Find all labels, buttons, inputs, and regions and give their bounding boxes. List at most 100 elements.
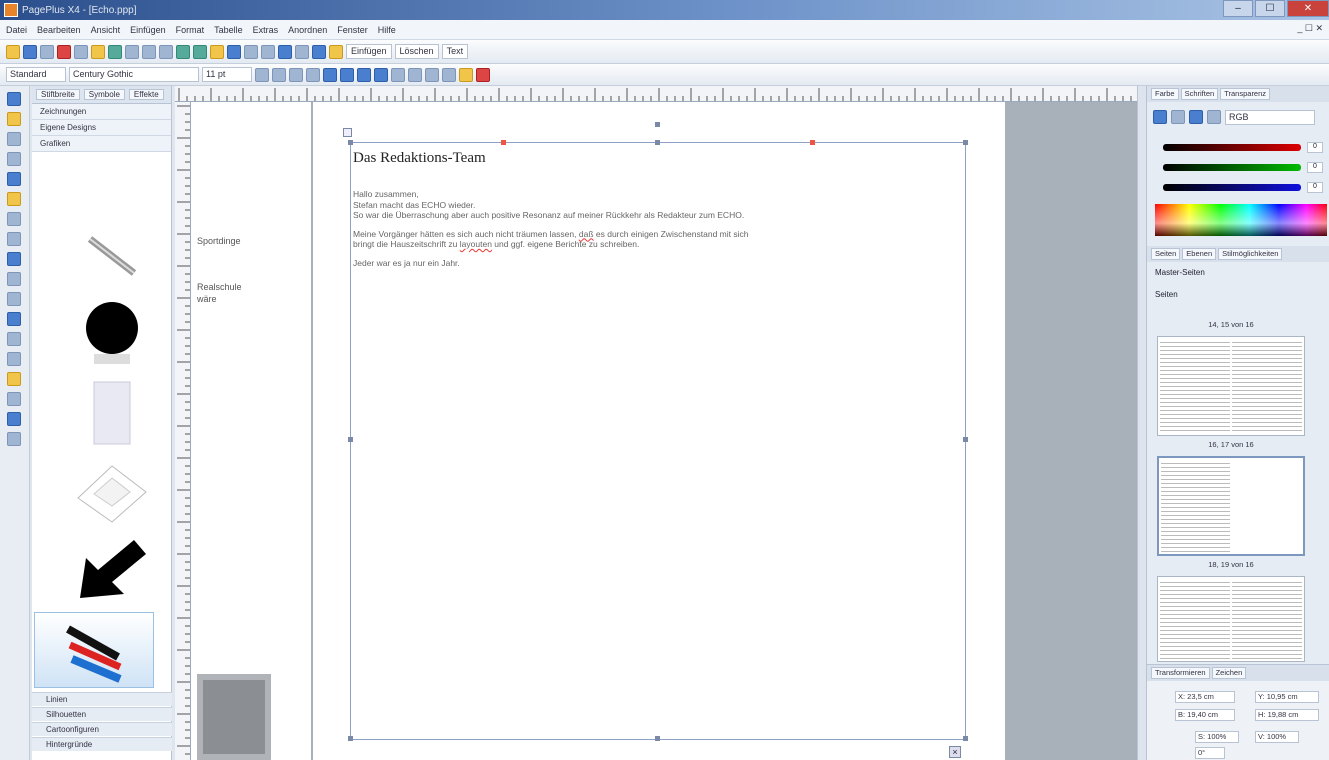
open-icon[interactable] <box>23 44 37 59</box>
pointer-tool-icon[interactable] <box>7 92 21 106</box>
text-button[interactable]: Text <box>441 44 469 59</box>
rotate-tool-icon[interactable] <box>7 112 21 126</box>
close-button[interactable]: ✕ <box>1287 0 1329 17</box>
menu-help[interactable]: Hilfe <box>378 25 396 35</box>
tab-fonts[interactable]: Schriften <box>1180 88 1219 100</box>
gallery-tab-2[interactable]: Symbole <box>83 89 125 100</box>
publish-icon[interactable] <box>57 44 71 59</box>
green-value[interactable]: 0 <box>1307 162 1323 173</box>
menu-edit[interactable]: Bearbeiten <box>37 25 81 35</box>
gallery-item-paper[interactable] <box>68 378 156 448</box>
x-position-field[interactable]: X: 23,5 cm <box>1175 691 1235 703</box>
indent-icon[interactable] <box>425 67 439 82</box>
cut-icon[interactable] <box>91 44 105 59</box>
line-color-icon[interactable] <box>1171 110 1185 124</box>
zoom-icon[interactable] <box>295 44 309 59</box>
color-picker-icon[interactable] <box>7 432 21 446</box>
layout-icon-1[interactable] <box>176 44 190 59</box>
blue-value[interactable]: 0 <box>1307 182 1323 193</box>
tab-pages[interactable]: Seiten <box>1151 248 1181 260</box>
gallery-category-button[interactable]: Zeichnungen <box>32 104 171 120</box>
print-icon[interactable] <box>74 44 88 59</box>
frame-handle-tl[interactable] <box>348 140 353 145</box>
view-icon[interactable] <box>278 44 292 59</box>
gallery-item-arrow[interactable] <box>68 536 156 606</box>
save-icon[interactable] <box>40 44 54 59</box>
frame-handle-tr[interactable] <box>963 140 968 145</box>
horizontal-ruler[interactable] <box>175 86 1137 102</box>
pencil-tool-icon[interactable] <box>7 192 21 206</box>
layout-icon-3[interactable] <box>210 44 224 59</box>
left-page-image[interactable] <box>197 674 271 760</box>
blue-slider[interactable] <box>1163 184 1301 191</box>
menu-window[interactable]: Fenster <box>337 25 368 35</box>
menu-insert[interactable]: Einfügen <box>130 25 166 35</box>
redo-icon[interactable] <box>159 44 173 59</box>
transparency-tool-icon[interactable] <box>7 332 21 346</box>
tab-styles[interactable]: Stilmöglichkeiten <box>1218 248 1283 260</box>
article-body[interactable]: Hallo zusammen, Stefan macht das ECHO wi… <box>353 189 953 276</box>
frame-marker-1[interactable] <box>501 140 506 145</box>
style-select[interactable]: Standard <box>6 67 66 82</box>
frame-overflow-icon[interactable]: × <box>949 746 961 758</box>
italic-icon[interactable] <box>272 67 286 82</box>
bold-icon[interactable] <box>255 67 269 82</box>
menu-file[interactable]: Datei <box>6 25 27 35</box>
gallery-item-envelope[interactable] <box>68 458 156 528</box>
justify-icon[interactable] <box>374 67 388 82</box>
minimize-button[interactable]: – <box>1223 0 1253 17</box>
width-field[interactable]: B: 19,40 cm <box>1175 709 1235 721</box>
gallery-category-3[interactable]: Cartoonfiguren <box>32 722 172 736</box>
undo-icon[interactable] <box>142 44 156 59</box>
fill-color-icon[interactable] <box>1153 110 1167 124</box>
green-slider[interactable] <box>1163 164 1301 171</box>
gallery-subsection[interactable]: Grafiken <box>32 136 171 152</box>
menu-tools[interactable]: Extras <box>253 25 279 35</box>
insert-button[interactable]: Einfügen <box>346 44 392 59</box>
zoom-tool-icon[interactable] <box>7 392 21 406</box>
paste-icon[interactable] <box>125 44 139 59</box>
frame-tool-icon[interactable] <box>7 272 21 286</box>
app-icon[interactable] <box>4 3 18 17</box>
gallery-category-2[interactable]: Silhouetten <box>32 707 172 721</box>
pen-tool-icon[interactable] <box>7 172 21 186</box>
frame-marker-2[interactable] <box>810 140 815 145</box>
shape-tool-icon[interactable] <box>7 232 21 246</box>
hyperlink-tool-icon[interactable] <box>7 352 21 366</box>
crop-tool-icon[interactable] <box>7 132 21 146</box>
panel-collapse-bar[interactable] <box>1137 86 1146 760</box>
gallery-section-header[interactable]: Eigene Designs <box>32 120 171 136</box>
frame-handle-bc[interactable] <box>655 736 660 741</box>
layout-icon-4[interactable] <box>227 44 241 59</box>
page-thumbnail-1[interactable] <box>1157 336 1305 436</box>
size-select[interactable]: 11 pt <box>202 67 252 82</box>
frame-handle-br[interactable] <box>963 736 968 741</box>
red-value[interactable]: 0 <box>1307 142 1323 153</box>
red-slider[interactable] <box>1163 144 1301 151</box>
gallery-tab-1[interactable]: Stiftbreite <box>36 89 80 100</box>
rotation-field[interactable]: 0° <box>1195 747 1225 759</box>
numbering-icon[interactable] <box>408 67 422 82</box>
gallery-item-pencil[interactable] <box>68 226 156 286</box>
vertical-ruler[interactable] <box>175 102 191 760</box>
layout-icon-2[interactable] <box>193 44 207 59</box>
grid-icon[interactable] <box>312 44 326 59</box>
tab-character[interactable]: Zeichen <box>1211 667 1247 679</box>
text-tool-icon[interactable] <box>7 152 21 166</box>
picture-tool-icon[interactable] <box>7 292 21 306</box>
text-color-icon[interactable] <box>306 67 320 82</box>
highlight-icon[interactable] <box>459 67 473 82</box>
page-thumbnail-3[interactable] <box>1157 576 1305 662</box>
text-color-swatch-icon[interactable] <box>1189 110 1203 124</box>
distribute-icon[interactable] <box>261 44 275 59</box>
tab-layers[interactable]: Ebenen <box>1182 248 1217 260</box>
align-right-icon[interactable] <box>357 67 371 82</box>
page-thumbnail-2[interactable] <box>1157 456 1305 556</box>
menu-view[interactable]: Ansicht <box>91 25 121 35</box>
tab-color[interactable]: Farbe <box>1151 88 1179 100</box>
height-field[interactable]: H: 19,88 cm <box>1255 709 1319 721</box>
document-canvas[interactable]: Sportdinge Realschule wäre × Das Redakti… <box>191 102 1137 760</box>
frame-handle-mr[interactable] <box>963 437 968 442</box>
gallery-category-1[interactable]: Linien <box>32 692 172 706</box>
delete-button[interactable]: Löschen <box>394 44 439 59</box>
